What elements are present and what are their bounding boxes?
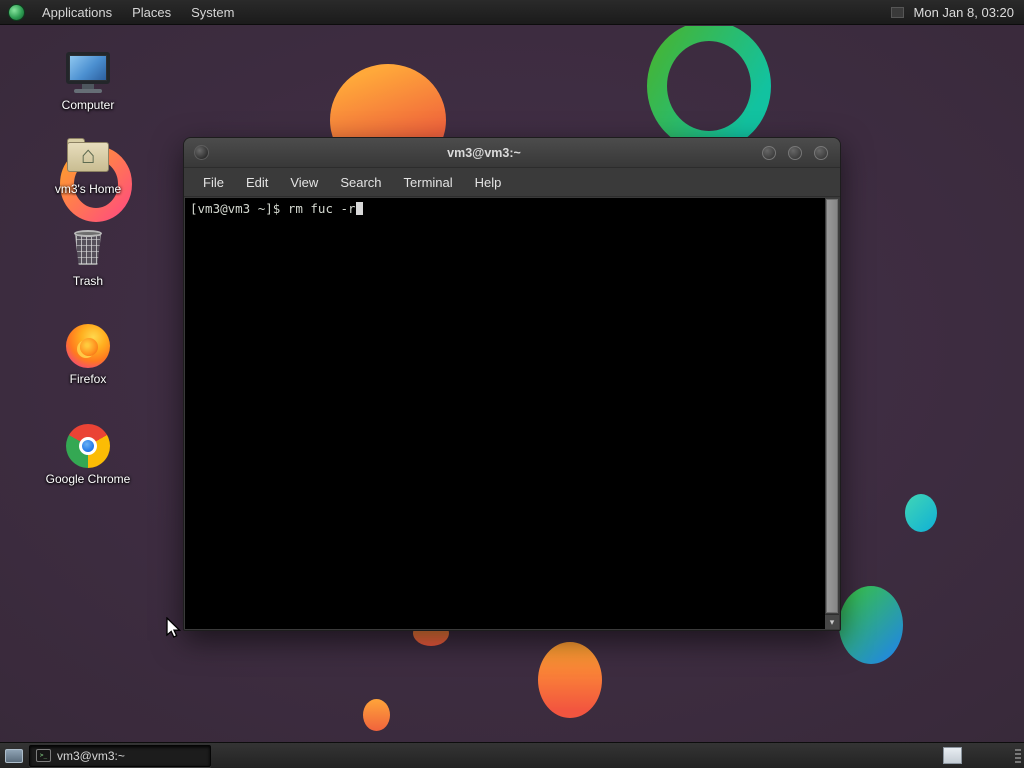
chrome-icon (64, 424, 112, 468)
taskbar-item-terminal[interactable]: >_ vm3@vm3:~ (29, 744, 211, 767)
menu-help[interactable]: Help (464, 168, 513, 196)
workspace-switcher[interactable] (943, 747, 962, 764)
scroll-down-icon[interactable]: ▾ (825, 614, 839, 629)
menu-edit[interactable]: Edit (235, 168, 279, 196)
icon-label-computer: Computer (61, 98, 115, 112)
terminal-prompt-line: [vm3@vm3 ~]$ rm fuc -r (190, 201, 356, 216)
menu-applications[interactable]: Applications (32, 0, 122, 24)
computer-icon (64, 50, 112, 94)
home-folder-icon: ⌂ (64, 134, 112, 178)
terminal-mini-icon: >_ (36, 749, 51, 762)
terminal-screen[interactable]: [vm3@vm3 ~]$ rm fuc -r ▾ (185, 198, 839, 629)
panel-drag-handle[interactable] (1015, 749, 1021, 763)
icon-label-chrome: Google Chrome (45, 472, 131, 486)
icon-label-trash: Trash (72, 274, 104, 288)
desktop-icon-trash[interactable]: Trash (40, 226, 136, 288)
minimize-button[interactable] (762, 145, 776, 160)
clock[interactable]: Mon Jan 8, 03:20 (914, 5, 1014, 20)
terminal-window: vm3@vm3:~ File Edit View Search Terminal… (183, 137, 841, 631)
wallpaper-ring-green (647, 26, 771, 151)
menu-file[interactable]: File (192, 168, 235, 196)
distro-logo-icon[interactable] (8, 3, 25, 21)
desktop-icon-firefox[interactable]: Firefox (40, 324, 136, 386)
top-panel: Applications Places System Mon Jan 8, 03… (0, 0, 1024, 25)
wallpaper-blob-teal (905, 494, 937, 532)
icon-label-home: vm3's Home (54, 182, 122, 196)
wallpaper-blob-bluegreen (839, 586, 903, 664)
desktop-screen: Computer ⌂ vm3's Home Trash Firefox Goog… (0, 0, 1024, 768)
terminal-menubar: File Edit View Search Terminal Help (184, 168, 840, 197)
desktop-icon-computer[interactable]: Computer (40, 50, 136, 112)
close-button[interactable] (814, 145, 828, 160)
terminal-titlebar[interactable]: vm3@vm3:~ (184, 138, 840, 168)
terminal-scrollbar[interactable]: ▾ (825, 198, 839, 629)
icon-label-firefox: Firefox (69, 372, 107, 386)
bottom-panel: >_ vm3@vm3:~ (0, 742, 1024, 768)
maximize-button[interactable] (788, 145, 802, 160)
menu-view[interactable]: View (279, 168, 329, 196)
menu-places[interactable]: Places (122, 0, 181, 24)
scrollbar-thumb[interactable] (826, 199, 838, 613)
terminal-app-icon (194, 145, 209, 160)
wallpaper-blob-orange-bottom (538, 642, 602, 718)
menu-search[interactable]: Search (329, 168, 392, 196)
window-list-icon[interactable] (5, 748, 23, 763)
terminal-cursor (355, 202, 363, 215)
trash-icon (64, 226, 112, 270)
desktop-icon-chrome[interactable]: Google Chrome (40, 424, 136, 486)
taskbar-item-label: vm3@vm3:~ (57, 748, 125, 763)
house-glyph-icon: ⌂ (80, 142, 96, 169)
firefox-icon (64, 324, 112, 368)
desktop-icon-home[interactable]: ⌂ vm3's Home (40, 134, 136, 196)
panel-status-icon[interactable] (890, 6, 904, 18)
window-title: vm3@vm3:~ (447, 145, 521, 160)
terminal-output: [vm3@vm3 ~]$ rm fuc -r (190, 201, 821, 217)
mouse-cursor (166, 617, 182, 638)
menu-system[interactable]: System (181, 0, 244, 24)
menu-terminal[interactable]: Terminal (393, 168, 464, 196)
wallpaper-blob-orange-tiny (363, 699, 390, 731)
